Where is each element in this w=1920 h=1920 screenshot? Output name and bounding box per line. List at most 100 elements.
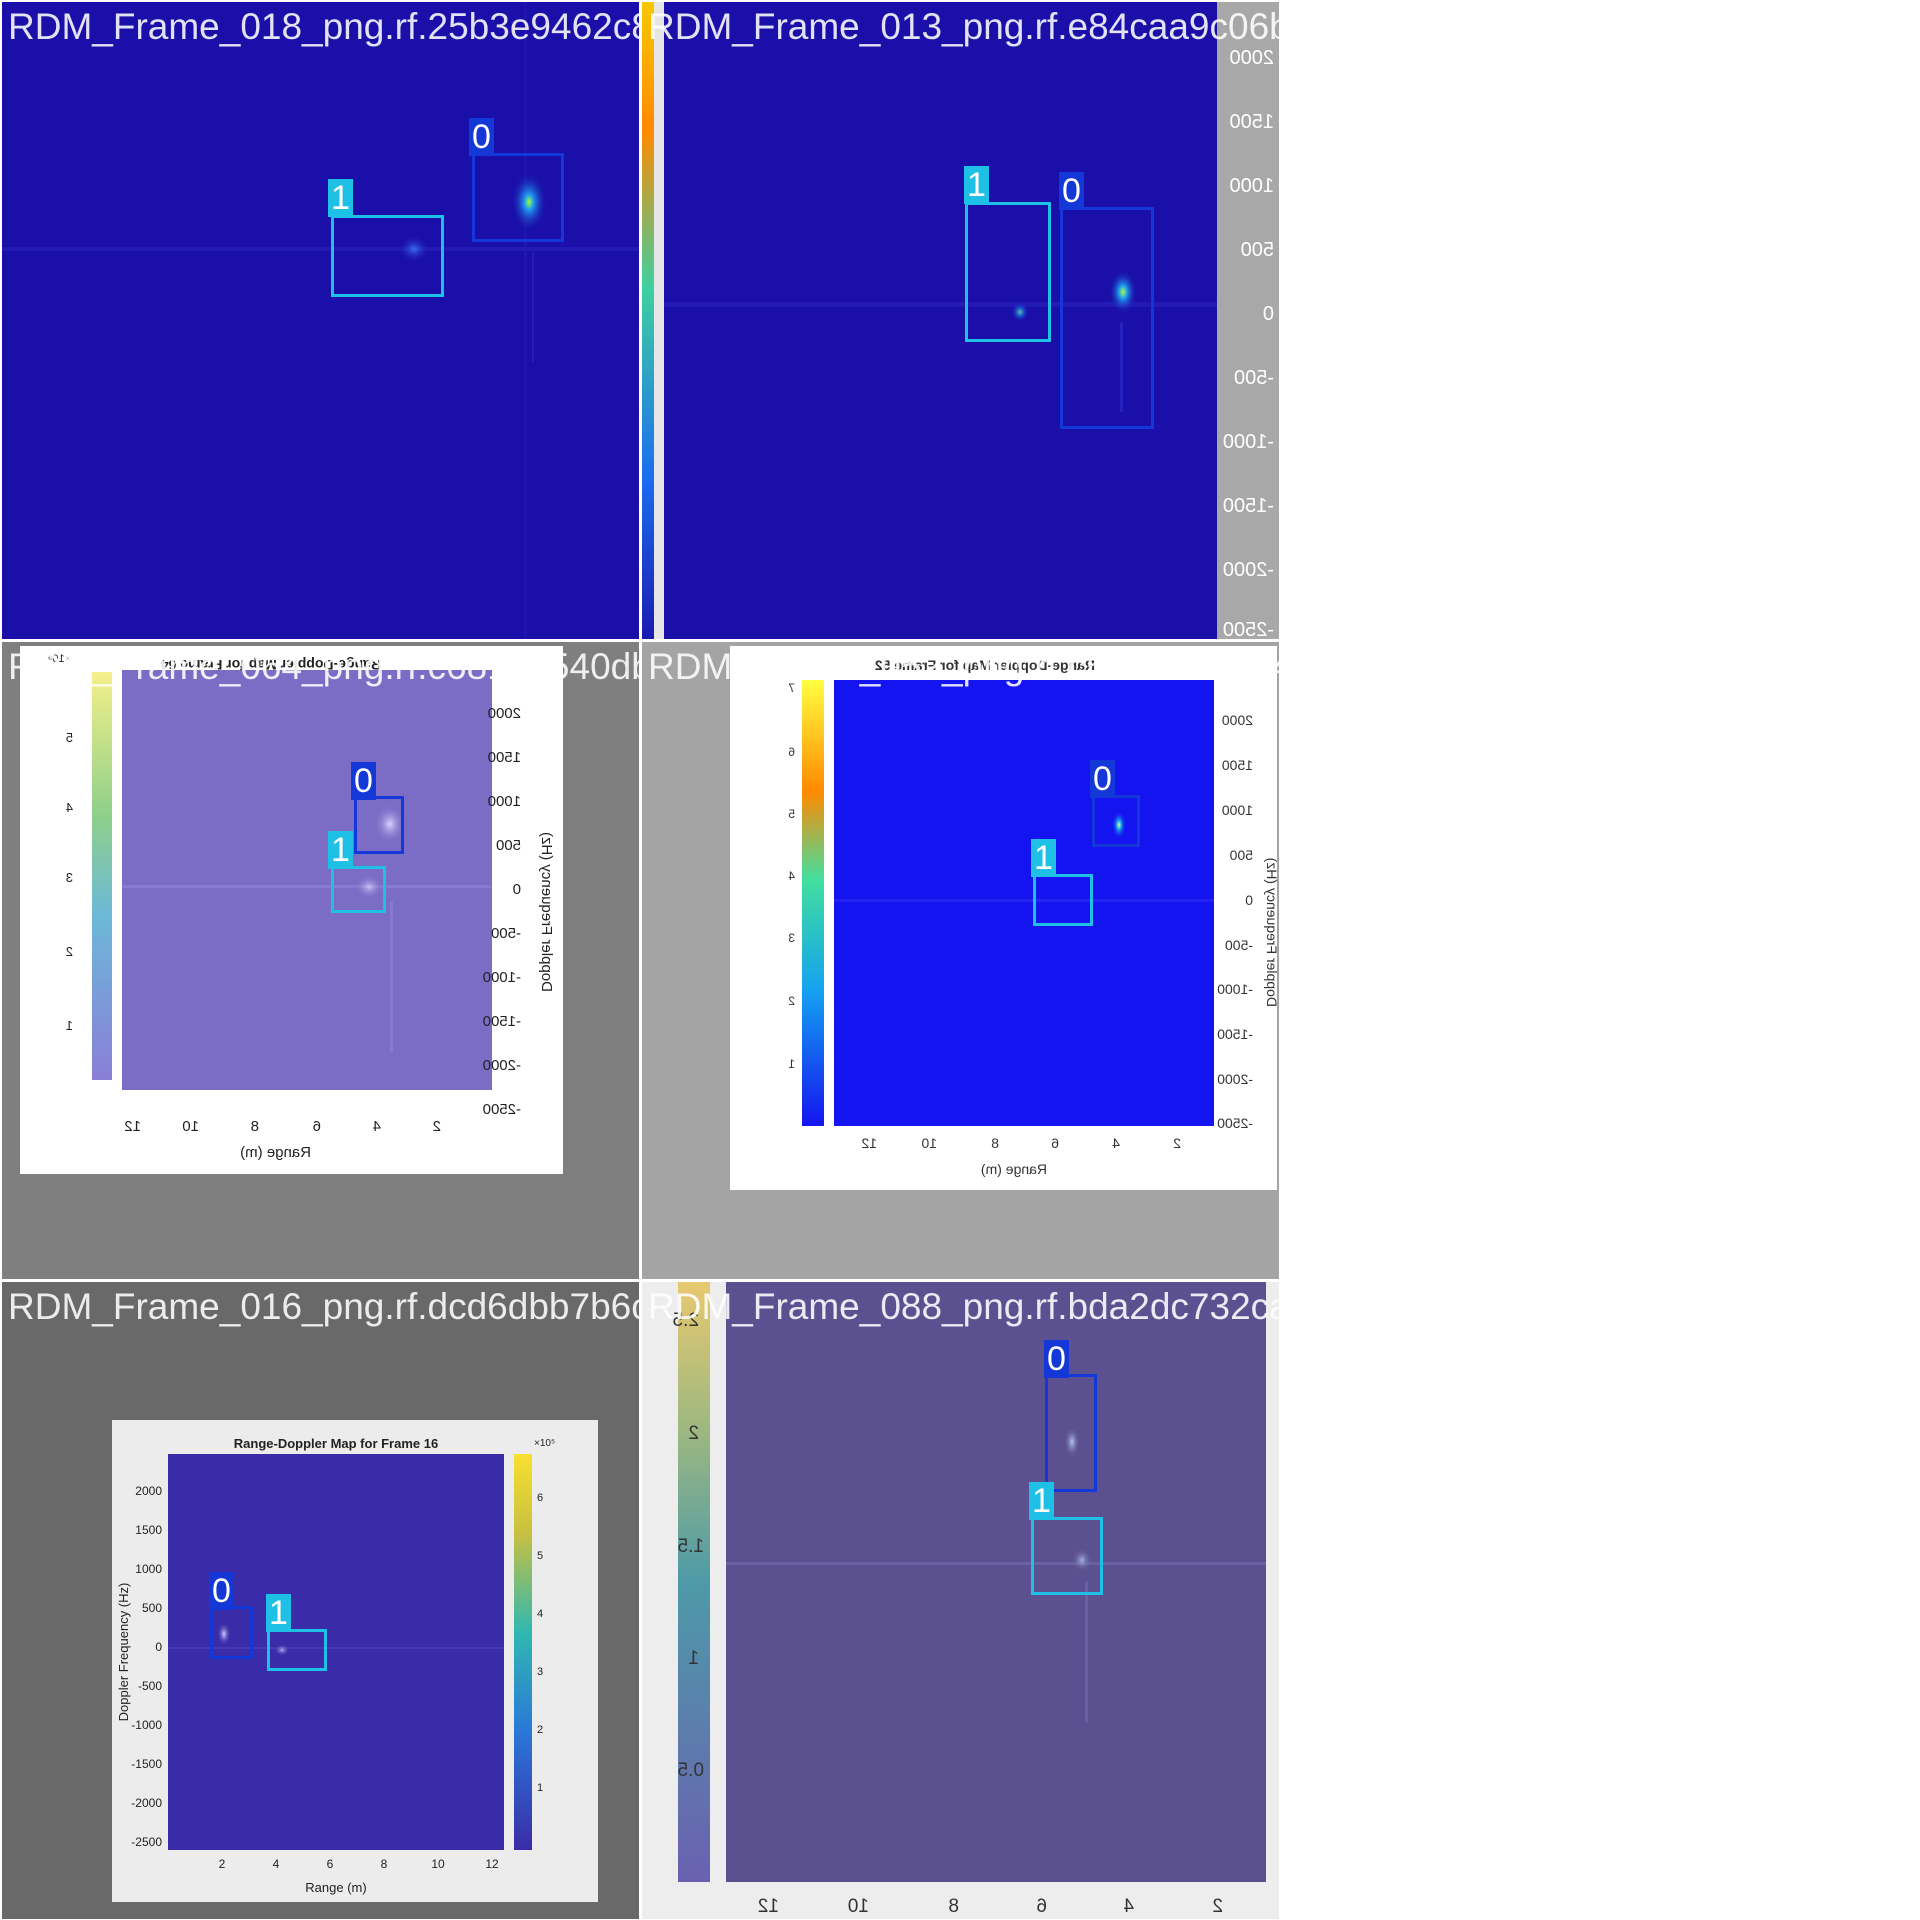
svg-text:10: 10	[182, 1118, 199, 1135]
tile-title: RDM_Frame_018_png.rf.25b3e9462c8744c6a88	[8, 6, 639, 47]
svg-text:0: 0	[513, 881, 521, 898]
svg-text:5: 5	[537, 1550, 543, 1562]
svg-text:-500: -500	[1225, 937, 1253, 953]
svg-text:4: 4	[273, 1857, 280, 1871]
colorbar	[802, 680, 824, 1126]
svg-text:500: 500	[1229, 847, 1253, 863]
svg-text:-500: -500	[1234, 367, 1274, 389]
mirrored-figure: 2.5 2 1.5 1 0.5 12 10 8 6 4 2	[642, 1282, 1279, 1919]
svg-text:Range (m): Range (m)	[240, 1144, 311, 1161]
svg-text:-500: -500	[138, 1679, 162, 1693]
svg-text:6: 6	[1036, 1896, 1047, 1917]
tile-title: RDM_Frame_088_png.rf.bda2dc732cadbc83d80	[648, 1286, 1279, 1327]
svg-text:-500: -500	[491, 925, 521, 942]
bbox-class-0	[472, 153, 564, 242]
mirrored-figure: Range-Doppler Map for Frame 64 2000 1500…	[20, 646, 563, 1174]
figure-title: Range-Doppler Map for Frame 16	[234, 1436, 438, 1451]
mirrored-figure: Range-Doppler Map for Frame 52 2000 1500…	[730, 646, 1279, 1190]
colorbar	[514, 1454, 532, 1850]
svg-text:2: 2	[1212, 1896, 1223, 1917]
tile-title: RDM_Frame_013_png.rf.e84caa9c06bcb60c36b	[648, 6, 1279, 47]
svg-text:1.5: 1.5	[678, 1536, 704, 1557]
svg-text:5: 5	[788, 807, 795, 821]
tile-title: RDM_Frame_016_png.rf.dcd6dbb7b6c9034f5ab	[8, 1286, 639, 1327]
tile-frame-088: 2.5 2 1.5 1 0.5 12 10 8 6 4 2 0 1 RDM_Fr…	[642, 1282, 1279, 1919]
svg-text:-2500: -2500	[483, 1101, 521, 1118]
svg-text:2000: 2000	[135, 1484, 162, 1498]
svg-text:500: 500	[1241, 239, 1274, 261]
bbox-class-1	[331, 866, 386, 913]
svg-text:4: 4	[66, 800, 73, 815]
svg-text:-2500: -2500	[131, 1835, 162, 1849]
svg-text:6: 6	[788, 745, 795, 759]
svg-text:2: 2	[1173, 1135, 1181, 1151]
svg-text:1000: 1000	[1230, 175, 1275, 197]
svg-text:-1500: -1500	[1217, 1026, 1253, 1042]
svg-text:-1000: -1000	[1223, 431, 1274, 453]
svg-text:10: 10	[431, 1857, 445, 1871]
colorbar	[92, 672, 112, 1080]
bbox-class-0	[210, 1606, 253, 1659]
bbox-class-1	[267, 1629, 327, 1671]
svg-text:Range (m): Range (m)	[981, 1161, 1047, 1177]
svg-text:1: 1	[688, 1648, 699, 1669]
svg-text:6: 6	[313, 1118, 321, 1135]
bbox-class-0	[1060, 207, 1154, 429]
tile-frame-052: Range-Doppler Map for Frame 52 2000 1500…	[642, 642, 1279, 1279]
svg-text:8: 8	[251, 1118, 259, 1135]
bbox-class-1	[965, 202, 1051, 342]
svg-text:1: 1	[537, 1782, 543, 1794]
svg-text:-1500: -1500	[1223, 495, 1274, 517]
tile-title: RDM_Frame_052_png.rf.c5478a0d934ab45abcf…	[648, 646, 1279, 687]
svg-text:-1500: -1500	[483, 1013, 521, 1030]
svg-text:-2000: -2000	[483, 1057, 521, 1074]
svg-text:500: 500	[142, 1601, 162, 1615]
svg-text:-2000: -2000	[131, 1796, 162, 1810]
y-axis-label: Doppler Frequency (Hz)	[1264, 858, 1279, 1007]
svg-text:1500: 1500	[1230, 111, 1275, 133]
figure: Range-Doppler Map for Frame 16 2000 1500…	[112, 1420, 598, 1902]
range-doppler-heatmap	[122, 670, 492, 1090]
svg-text:4: 4	[788, 869, 795, 883]
svg-text:0.5: 0.5	[678, 1760, 704, 1781]
svg-text:8: 8	[991, 1135, 999, 1151]
svg-text:1500: 1500	[1222, 757, 1253, 773]
bbox-class-1	[331, 215, 444, 297]
svg-text:12: 12	[124, 1118, 141, 1135]
bbox-label: 0	[209, 1572, 234, 1610]
bbox-class-0	[1045, 1374, 1097, 1492]
svg-text:8: 8	[948, 1896, 959, 1917]
svg-text:0: 0	[1263, 303, 1274, 325]
svg-text:×10⁵: ×10⁵	[534, 1438, 555, 1449]
svg-text:3: 3	[66, 870, 73, 885]
svg-text:1000: 1000	[1222, 802, 1253, 818]
colorbar	[678, 1282, 710, 1882]
svg-text:0: 0	[1245, 892, 1253, 908]
bbox-label: 1	[328, 831, 353, 869]
detection-mosaic: 0 1 RDM_Frame_018_png.rf.25b3e9462c8744c…	[0, 0, 1920, 1920]
svg-text:2000: 2000	[1222, 712, 1253, 728]
svg-text:-2000: -2000	[1223, 559, 1274, 581]
svg-text:1000: 1000	[135, 1562, 162, 1576]
svg-text:2000: 2000	[488, 705, 521, 722]
svg-text:1: 1	[66, 1018, 73, 1033]
svg-text:-1000: -1000	[483, 969, 521, 986]
svg-text:4: 4	[1123, 1896, 1134, 1917]
svg-text:-2500: -2500	[1217, 1115, 1253, 1131]
tile-frame-064: Range-Doppler Map for Frame 64 2000 1500…	[2, 642, 639, 1279]
bbox-label: 1	[1031, 839, 1056, 877]
bbox-label: 0	[351, 762, 376, 800]
bbox-class-0	[354, 796, 404, 854]
bbox-label: 0	[1090, 760, 1115, 798]
svg-text:6: 6	[1051, 1135, 1059, 1151]
colorbar	[642, 2, 654, 639]
svg-text:500: 500	[496, 837, 521, 854]
svg-text:1500: 1500	[488, 749, 521, 766]
svg-text:-1000: -1000	[131, 1718, 162, 1732]
svg-text:-1000: -1000	[1217, 981, 1253, 997]
y-axis-label: Doppler Frequency (Hz)	[116, 1583, 131, 1722]
x-axis-label: Range (m)	[305, 1880, 366, 1895]
svg-text:10: 10	[848, 1896, 869, 1917]
svg-text:1500: 1500	[135, 1523, 162, 1537]
svg-text:4: 4	[537, 1608, 543, 1620]
